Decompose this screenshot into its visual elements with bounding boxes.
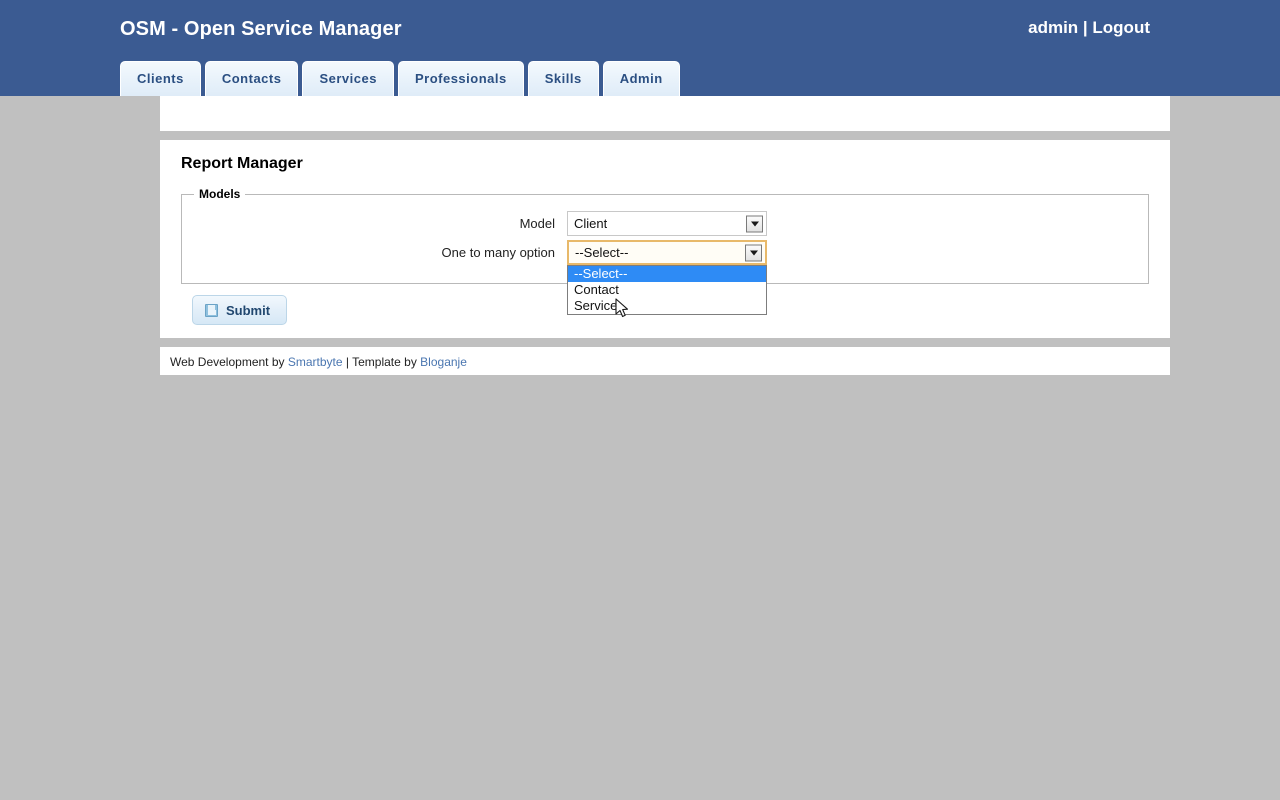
report-manager-panel: Report Manager Models Model Client One t… <box>160 140 1170 338</box>
username-label: admin <box>1028 18 1078 37</box>
one-to-many-select[interactable]: --Select-- <box>567 240 767 265</box>
chevron-down-icon[interactable] <box>745 244 762 261</box>
nav-tab-contacts[interactable]: Contacts <box>205 61 299 96</box>
site-title: OSM - Open Service Manager <box>120 18 402 41</box>
nav-tab-professionals[interactable]: Professionals <box>398 61 524 96</box>
one-to-many-select-value: --Select-- <box>569 245 628 260</box>
site-header: OSM - Open Service Manager admin | Logou… <box>0 0 1280 96</box>
model-select-wrap: Client <box>567 211 767 236</box>
form-row-one-to-many: One to many option --Select-- --Select--… <box>182 240 1148 265</box>
footer-middle: | Template by <box>346 355 417 369</box>
header-inner: OSM - Open Service Manager admin | Logou… <box>120 0 1160 96</box>
nav-tab-admin[interactable]: Admin <box>603 61 680 96</box>
site-footer: Web Development by Smartbyte | Template … <box>160 347 1170 375</box>
models-legend: Models <box>194 187 245 201</box>
save-disk-icon <box>205 304 218 317</box>
dropdown-option-service[interactable]: Service <box>568 298 766 314</box>
nav-tab-skills[interactable]: Skills <box>528 61 599 96</box>
form-row-model: Model Client <box>182 211 1148 236</box>
model-label: Model <box>182 216 567 231</box>
top-spacer-panel <box>160 96 1170 131</box>
user-separator: | <box>1083 18 1088 37</box>
dropdown-option-select[interactable]: --Select-- <box>568 266 766 282</box>
main-navigation: Clients Contacts Services Professionals … <box>120 61 680 96</box>
content-wrapper: Report Manager Models Model Client One t… <box>160 96 1170 375</box>
footer-prefix: Web Development by <box>170 355 285 369</box>
submit-button-label: Submit <box>226 303 270 318</box>
one-to-many-dropdown-list[interactable]: --Select-- Contact Service <box>567 265 767 315</box>
user-session-box: admin | Logout <box>1028 18 1150 38</box>
chevron-down-icon[interactable] <box>746 215 763 232</box>
logout-link[interactable]: Logout <box>1092 18 1150 37</box>
page-title: Report Manager <box>181 155 1159 173</box>
footer-link-bloganje[interactable]: Bloganje <box>420 355 467 369</box>
models-fieldset: Models Model Client One to many option -… <box>181 187 1149 284</box>
one-to-many-select-wrap: --Select-- --Select-- Contact Service <box>567 240 767 265</box>
nav-tab-clients[interactable]: Clients <box>120 61 201 96</box>
one-to-many-label: One to many option <box>182 245 567 260</box>
footer-link-smartbyte[interactable]: Smartbyte <box>288 355 343 369</box>
dropdown-option-contact[interactable]: Contact <box>568 282 766 298</box>
submit-button[interactable]: Submit <box>192 295 287 325</box>
nav-tab-services[interactable]: Services <box>302 61 394 96</box>
model-select[interactable]: Client <box>567 211 767 236</box>
model-select-value: Client <box>568 216 607 231</box>
